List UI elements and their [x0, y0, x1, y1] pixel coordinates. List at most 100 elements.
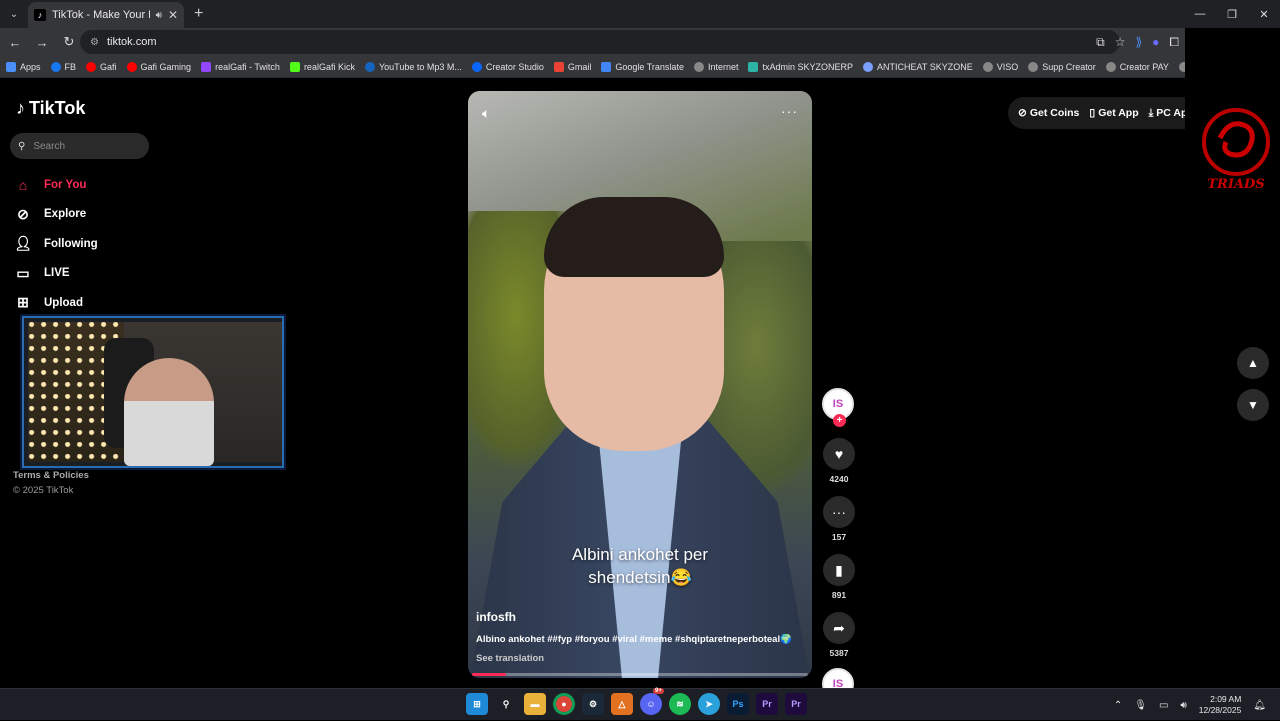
next-video-button[interactable]: ▼: [1237, 389, 1269, 421]
extension-icon[interactable]: ⟫: [1135, 35, 1142, 49]
spotify-icon[interactable]: ≋: [669, 693, 691, 715]
install-app-icon[interactable]: ⧉: [1096, 35, 1105, 50]
gmail-icon: [553, 61, 564, 72]
meta-icon: [471, 61, 482, 72]
live-icon: ▭: [16, 264, 30, 281]
photoshop-icon[interactable]: Ps: [727, 693, 749, 715]
tab-audio-icon[interactable]: 🔊︎: [156, 10, 162, 21]
bookmark-item[interactable]: realGafi Kick: [289, 61, 355, 72]
bookmark-item[interactable]: VISO: [982, 61, 1018, 72]
bookmark-item[interactable]: Gafi Gaming: [126, 61, 191, 72]
premiere-icon[interactable]: Pr: [785, 693, 807, 715]
bookmark-item[interactable]: txAdmin SKYZONERP: [748, 61, 853, 72]
terms-link[interactable]: Terms & Policies: [13, 470, 89, 481]
comment-action[interactable]: ··· 157: [822, 496, 856, 542]
tiktok-logo[interactable]: ♪ TikTok: [16, 98, 85, 119]
tab-close-icon[interactable]: ✕: [168, 8, 178, 22]
reload-button[interactable]: ↻: [57, 30, 81, 54]
heart-icon[interactable]: ♥: [823, 438, 855, 470]
video-progress-bar[interactable]: [472, 673, 808, 676]
sidebar-item-upload[interactable]: ⊞ Upload: [14, 288, 98, 318]
save-action[interactable]: ▮ 891: [822, 554, 856, 600]
forward-button[interactable]: →: [30, 30, 54, 54]
bookmark-item[interactable]: Gafi: [86, 61, 117, 72]
microphone-icon[interactable]: 🎙︎: [1134, 700, 1147, 711]
clock[interactable]: 2:09 AM 12/28/2025: [1199, 694, 1242, 716]
tiktok-favicon-icon: ♪: [34, 9, 46, 21]
follow-plus-icon[interactable]: +: [833, 414, 846, 427]
sidebar-item-for-you[interactable]: ⌂ For You: [14, 170, 98, 200]
apps-grid-icon: [6, 61, 16, 72]
pc-app-button[interactable]: ⤓ PC Ap: [1149, 107, 1185, 120]
twitch-icon: [201, 61, 212, 72]
new-tab-button[interactable]: +: [194, 5, 203, 23]
more-options-icon[interactable]: ···: [781, 103, 798, 119]
comment-icon[interactable]: ···: [823, 496, 855, 528]
video-player[interactable]: 🔈︎ ··· Albini ankohet per shendetsin😂 in…: [468, 91, 812, 678]
system-tray: ⌃ 🎙︎ ▭ 🔊︎ 2:09 AM 12/28/2025 🔔︎: [1114, 689, 1266, 721]
extensions-puzzle-icon[interactable]: ⧠: [1169, 35, 1179, 50]
telegram-icon[interactable]: ➤: [698, 693, 720, 715]
share-count: 5387: [829, 648, 849, 658]
windows-start-icon[interactable]: ⊞: [466, 693, 488, 715]
profile-extension-icon[interactable]: ●: [1152, 35, 1159, 49]
see-translation-link[interactable]: See translation: [476, 653, 544, 664]
close-window-button[interactable]: ✕: [1248, 0, 1280, 28]
bookmark-item[interactable]: ANTICHEAT SKYZONE: [863, 61, 973, 72]
steam-icon[interactable]: ⚙: [582, 693, 604, 715]
streamer: [124, 358, 214, 466]
maximize-button[interactable]: ❐: [1216, 0, 1248, 28]
search-input[interactable]: ⚲ Search: [10, 133, 149, 159]
bookmark-icon[interactable]: ▮: [823, 554, 855, 586]
tab-search-icon[interactable]: ⌄: [0, 0, 28, 28]
minimize-button[interactable]: —: [1184, 0, 1216, 28]
sidebar-item-following[interactable]: 👤︎ Following: [14, 229, 98, 259]
bookmark-item[interactable]: YouTube to Mp3 M...: [364, 61, 462, 72]
share-action[interactable]: ➦ 5387: [822, 612, 856, 658]
taskbar-apps: ⊞ ⚲ ▬ ● ⚙ △ ☺ 9+ ≋ ➤ Ps Pr Pr: [466, 688, 807, 715]
bookmark-item[interactable]: FB: [50, 61, 76, 72]
triads-dragon-logo-icon: TRIADS: [1202, 108, 1270, 192]
bookmark-star-icon[interactable]: ☆: [1115, 35, 1126, 49]
bookmark-item[interactable]: Gmail: [553, 61, 591, 72]
bookmark-item[interactable]: Internet: [693, 61, 738, 72]
get-coins-button[interactable]: ⊘ Get Coins: [1018, 107, 1079, 119]
network-icon[interactable]: ▭: [1159, 700, 1168, 711]
tray-overflow-icon[interactable]: ⌃: [1114, 700, 1122, 711]
browser-tab[interactable]: ♪ TikTok - Make Your Day 🔊︎ ✕: [28, 2, 184, 28]
bookmark-item[interactable]: Supp Creator: [1028, 61, 1096, 72]
previous-video-button[interactable]: ▲: [1237, 347, 1269, 379]
youtube-icon: [126, 61, 137, 72]
vlc-icon[interactable]: △: [611, 693, 633, 715]
svg-text:TRIADS: TRIADS: [1207, 177, 1264, 192]
browser-toolbar: ← → ↻ ⚙ tiktok.com ⧉ ☆ ⟫ ● ⧠: [0, 28, 1185, 56]
mute-icon[interactable]: 🔈︎: [482, 105, 490, 122]
sidebar-item-live[interactable]: ▭ LIVE: [14, 259, 98, 289]
notifications-icon[interactable]: 🔔︎: [1253, 700, 1266, 711]
bookmark-item[interactable]: Google Translate: [601, 61, 684, 72]
creator-avatar[interactable]: IS +: [822, 388, 854, 427]
kick-icon: [289, 61, 300, 72]
volume-icon[interactable]: 🔊︎: [1180, 700, 1186, 711]
chrome-icon[interactable]: ●: [553, 693, 575, 715]
coin-icon: ⊘: [1018, 107, 1027, 119]
bookmark-item[interactable]: realGafi - Twitch: [201, 61, 280, 72]
sidebar-item-explore[interactable]: ⊘ Explore: [14, 200, 98, 230]
bookmark-item[interactable]: Creator Studio: [471, 61, 544, 72]
get-app-button[interactable]: ▯ Get App: [1089, 107, 1138, 119]
address-bar[interactable]: ⚙ tiktok.com: [80, 30, 1120, 54]
search-icon[interactable]: ⚲: [495, 693, 517, 715]
discord-icon[interactable]: ☺ 9+: [640, 688, 664, 715]
site-info-icon[interactable]: ⚙: [90, 37, 99, 48]
share-icon[interactable]: ➦: [823, 612, 855, 644]
window-controls: — ❐ ✕: [1184, 0, 1280, 28]
premiere-icon[interactable]: Pr: [756, 693, 778, 715]
following-icon: 👤︎: [14, 235, 32, 252]
like-action[interactable]: ♥ 4240: [822, 438, 856, 484]
compass-icon: ⊘: [17, 205, 29, 222]
back-button[interactable]: ←: [3, 30, 27, 54]
file-explorer-icon[interactable]: ▬: [524, 693, 546, 715]
video-author[interactable]: infosfh: [476, 610, 516, 624]
bookmark-item[interactable]: Apps: [6, 61, 41, 72]
bookmark-item[interactable]: Creator PAY: [1105, 61, 1169, 72]
